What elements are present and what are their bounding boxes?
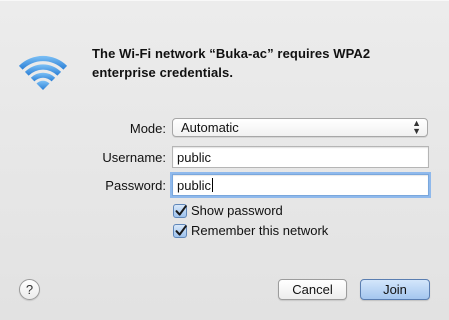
show-password-label: Show password xyxy=(191,203,283,218)
wifi-icon xyxy=(18,55,68,90)
username-label: Username: xyxy=(102,150,166,165)
remember-network-label: Remember this network xyxy=(191,223,329,238)
cancel-button[interactable]: Cancel xyxy=(278,279,347,300)
username-value: public xyxy=(177,150,211,165)
mode-select[interactable]: Automatic ▲ ▼ xyxy=(172,118,428,137)
checkmark-icon xyxy=(175,225,187,236)
username-field[interactable]: public xyxy=(172,146,429,168)
password-field[interactable]: public xyxy=(172,174,429,196)
show-password-checkbox[interactable] xyxy=(173,204,187,218)
dialog-top-edge xyxy=(0,0,449,1)
help-button[interactable]: ? xyxy=(19,279,40,300)
password-value: public xyxy=(177,178,211,193)
text-caret xyxy=(211,178,213,192)
up-down-arrows-icon: ▲ ▼ xyxy=(412,118,421,136)
dialog-message: The Wi-Fi network “Buka-ac” requires WPA… xyxy=(92,46,371,80)
mode-select-value: Automatic xyxy=(181,120,239,135)
join-button[interactable]: Join xyxy=(360,279,430,300)
mode-label: Mode: xyxy=(129,121,166,136)
remember-network-checkbox[interactable] xyxy=(173,224,187,238)
checkmark-icon xyxy=(175,205,187,216)
password-label: Password: xyxy=(105,178,166,193)
